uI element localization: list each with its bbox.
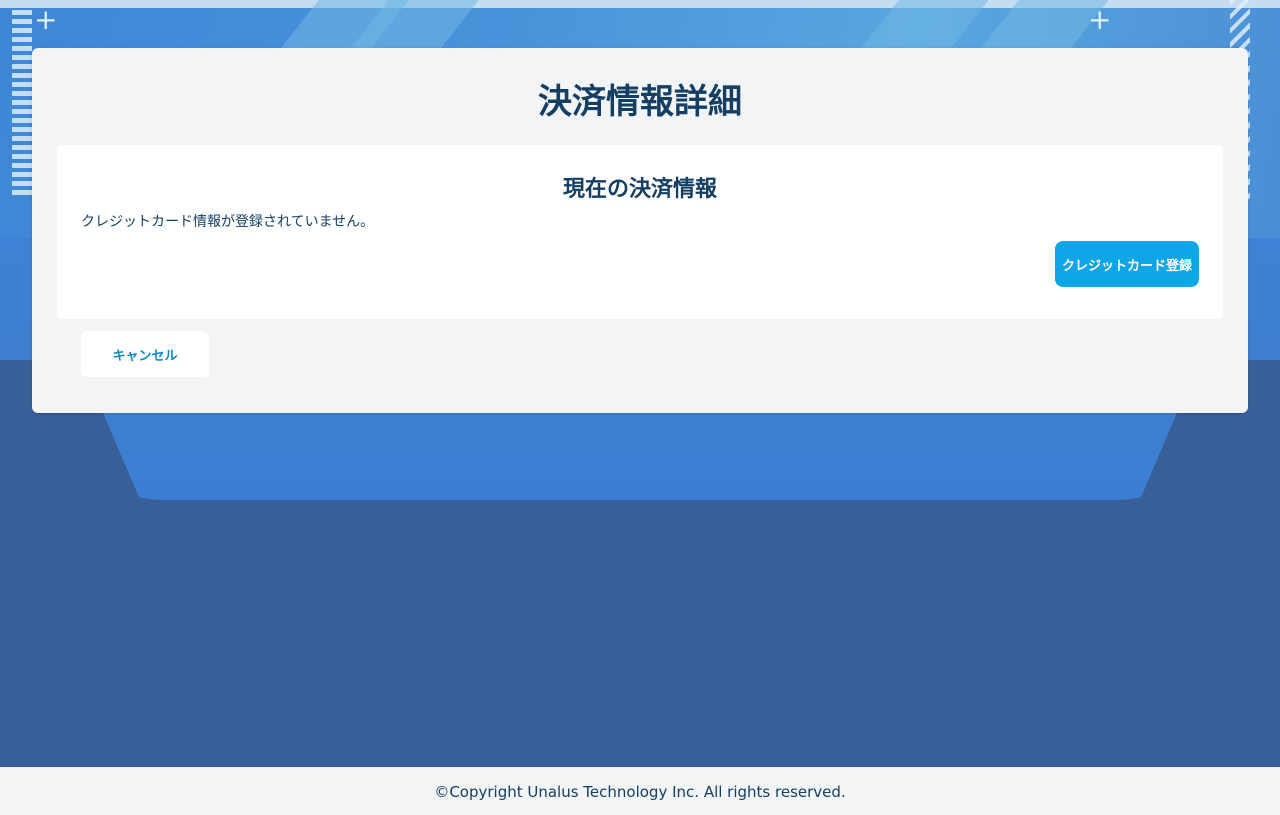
- register-credit-card-button[interactable]: クレジットカード登録: [1055, 241, 1199, 287]
- plus-icon: +: [34, 3, 58, 36]
- no-card-message: クレジットカード情報が登録されていません。: [81, 214, 375, 230]
- payment-detail-panel: 決済情報詳細 現在の決済情報 クレジットカード情報が登録されていません。 クレジ…: [32, 48, 1248, 413]
- page-title: 決済情報詳細: [538, 82, 742, 122]
- bars-decoration: [12, 10, 32, 199]
- copyright-text: ©Copyright Unalus Technology Inc. All ri…: [434, 783, 846, 801]
- cancel-button[interactable]: キャンセル: [81, 331, 209, 377]
- footer: ©Copyright Unalus Technology Inc. All ri…: [0, 767, 1280, 815]
- card-title: 現在の決済情報: [562, 177, 717, 202]
- plus-icon: +: [1088, 3, 1112, 36]
- current-payment-card: 現在の決済情報 クレジットカード情報が登録されていません。 クレジットカード登録: [57, 145, 1223, 319]
